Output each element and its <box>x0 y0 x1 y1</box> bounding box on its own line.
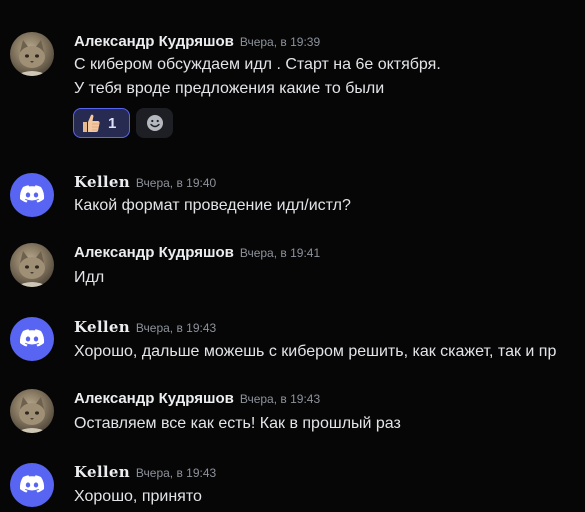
timestamp[interactable]: Вчера, в 19:43 <box>136 321 216 335</box>
thumbs-up-icon <box>83 114 100 132</box>
cat-photo-icon <box>15 40 49 76</box>
discord-logo-icon <box>19 329 45 347</box>
reactions-bar: 1 <box>73 108 173 138</box>
message-text: Оставляем все как есть! Как в прошлый ра… <box>74 415 401 432</box>
message-group: Александр Кудряшов Вчера, в 19:39 С кибер… <box>0 32 585 142</box>
discord-logo-icon <box>19 185 45 203</box>
timestamp[interactable]: Вчера, в 19:41 <box>240 246 320 260</box>
message-group: Александр Кудряшов Вчера, в 19:43 Оставля… <box>0 389 585 439</box>
author-name[interactable]: Kellen <box>74 173 130 191</box>
timestamp[interactable]: Вчера, в 19:43 <box>240 392 320 406</box>
message-text: Хорошо, принято <box>74 488 202 505</box>
cat-photo-icon <box>15 397 49 433</box>
message-group: Александр Кудряшов Вчера, в 19:41 Идл <box>0 243 585 293</box>
add-reaction-smile-icon <box>146 115 163 131</box>
author-name[interactable]: Kellen <box>74 318 130 336</box>
add-reaction-button[interactable] <box>136 108 173 138</box>
reaction-thumbs-up[interactable]: 1 <box>73 108 130 138</box>
timestamp[interactable]: Вчера, в 19:40 <box>136 176 216 190</box>
user-avatar[interactable] <box>10 389 54 433</box>
author-name[interactable]: Kellen <box>74 463 130 481</box>
message-text: Какой формат проведение идл/истл? <box>74 197 351 214</box>
message-text: С кибером обсуждаем идл . Старт на 6е ок… <box>74 56 441 73</box>
user-avatar[interactable] <box>10 463 54 507</box>
message-header: Александр Кудряшов Вчера, в 19:43 <box>74 389 320 409</box>
author-name[interactable]: Александр Кудряшов <box>74 244 234 261</box>
author-name[interactable]: Александр Кудряшов <box>74 33 234 50</box>
message-header: Kellen Вчера, в 19:43 <box>74 462 216 483</box>
message-header: Kellen Вчера, в 19:40 <box>74 172 216 193</box>
user-avatar[interactable] <box>10 173 54 217</box>
author-name[interactable]: Александр Кудряшов <box>74 390 234 407</box>
message-text: У тебя вроде предложения какие то были <box>74 80 385 97</box>
discord-logo-icon <box>19 475 45 493</box>
message-header: Александр Кудряшов Вчера, в 19:41 <box>74 243 320 263</box>
message-text: Хорошо, дальше можешь с кибером решить, … <box>74 343 557 360</box>
message-text: Идл <box>74 269 105 286</box>
chat-message-list[interactable]: Александр Кудряшов Вчера, в 19:39 С кибер… <box>0 0 585 512</box>
timestamp[interactable]: Вчера, в 19:43 <box>136 466 216 480</box>
user-avatar[interactable] <box>10 243 54 287</box>
message-group: Kellen Вчера, в 19:43 Хорошо, дальше може… <box>0 317 585 367</box>
message-header: Александр Кудряшов Вчера, в 19:39 <box>74 32 320 52</box>
message-group: Kellen Вчера, в 19:43 Хорошо, принято <box>0 463 585 512</box>
cat-photo-icon <box>15 251 49 287</box>
reaction-count: 1 <box>108 114 117 132</box>
user-avatar[interactable] <box>10 32 54 76</box>
user-avatar[interactable] <box>10 317 54 361</box>
message-header: Kellen Вчера, в 19:43 <box>74 317 216 338</box>
message-group: Kellen Вчера, в 19:40 Какой формат провед… <box>0 173 585 223</box>
timestamp[interactable]: Вчера, в 19:39 <box>240 35 320 49</box>
